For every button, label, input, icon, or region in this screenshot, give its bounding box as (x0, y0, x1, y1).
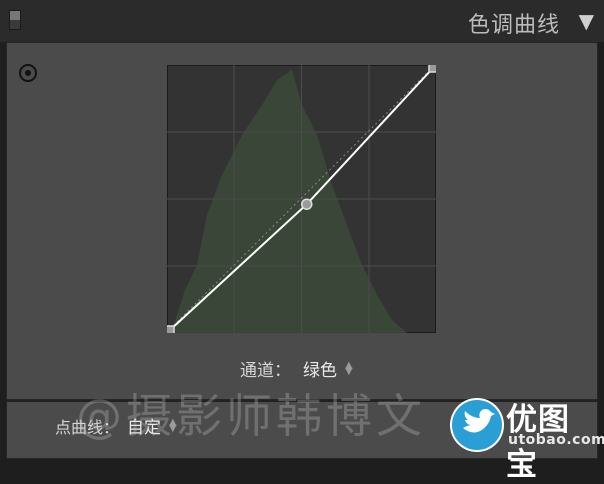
curve-control-point[interactable] (167, 325, 175, 333)
watermark-logo: 优图宝 utobao.com (446, 392, 604, 483)
panel-switch-icon[interactable] (9, 10, 21, 30)
triangle-down-icon[interactable]: ▼ (579, 9, 594, 33)
tone-curve-graph[interactable] (167, 65, 436, 333)
bird-logo-icon (450, 398, 504, 452)
logo-url-text: utobao.com (508, 432, 604, 448)
channel-selector[interactable]: 通道： 绿色 ▲ ▼ (240, 356, 353, 381)
channel-value[interactable]: 绿色 (303, 356, 337, 381)
target-adjustment-icon[interactable] (19, 64, 37, 82)
stepper-icon[interactable]: ▲ ▼ (345, 360, 353, 376)
curve-control-point[interactable] (301, 198, 313, 210)
panel-header[interactable]: 色调曲线 ▼ (0, 0, 604, 42)
watermark-text: @摄影师韩博文 (76, 389, 426, 443)
panel-title: 色调曲线 (467, 13, 560, 38)
channel-label: 通道： (240, 361, 291, 381)
curve-control-point[interactable] (428, 65, 436, 73)
